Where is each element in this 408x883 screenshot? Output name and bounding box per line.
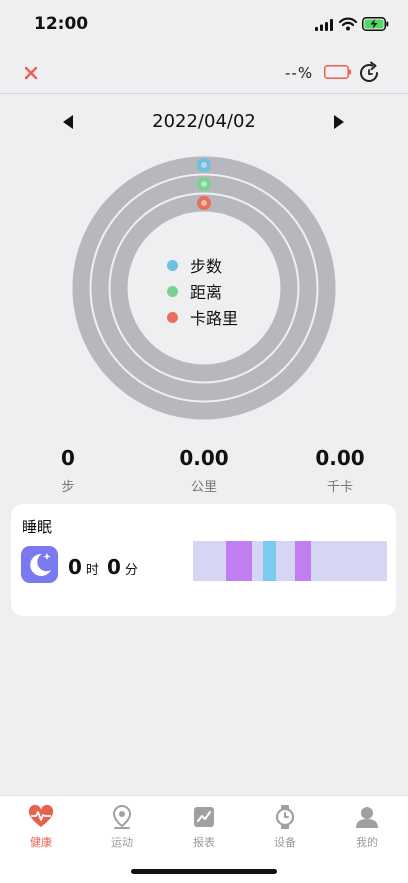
tab-report[interactable]: 报表: [174, 804, 234, 850]
bottom-tab-bar: 健康 运动 报表 设备 我的: [0, 795, 408, 883]
legend-dot-calories: [167, 311, 178, 323]
close-icon: [24, 66, 38, 80]
moon-icon: [21, 546, 58, 583]
status-bar: 12:00: [0, 0, 408, 50]
chart-report-icon: [194, 807, 214, 827]
legend-label: 卡路里: [190, 309, 239, 328]
battery-charging-icon: [362, 17, 389, 31]
legend-label: 距离: [190, 283, 223, 302]
stat-calories: 0.00 千卡: [280, 446, 400, 495]
tab-label: 设备: [274, 836, 296, 849]
date-label[interactable]: 2022/04/02: [104, 111, 304, 132]
steps-unit: 步: [61, 480, 75, 495]
sleep-deep-segment: [226, 541, 252, 581]
tab-device[interactable]: 设备: [255, 804, 315, 850]
stat-steps: 0 步: [8, 446, 128, 495]
calories-value: 0.00: [315, 446, 365, 470]
legend-item-calories: 卡路里: [167, 304, 238, 330]
sleep-hours-unit: 时: [85, 563, 99, 578]
sleep-awake-segment: [263, 541, 276, 581]
device-battery-percent: --%: [285, 64, 314, 82]
sleep-duration: 0 时 0 分: [68, 555, 146, 579]
wifi-icon: [339, 17, 357, 31]
home-indicator: [131, 869, 277, 874]
calories-unit: 千卡: [326, 480, 353, 495]
sleep-title: 睡眠: [22, 518, 53, 536]
status-time: 12:00: [34, 14, 89, 34]
steps-value: 0: [61, 446, 75, 470]
tab-health[interactable]: 健康: [11, 804, 71, 850]
watch-icon: [275, 805, 295, 829]
tab-label: 报表: [193, 836, 215, 849]
profile-icon: [356, 807, 378, 828]
distance-unit: 公里: [190, 480, 217, 495]
stat-distance: 0.00 公里: [144, 446, 264, 495]
triangle-right-icon: [334, 115, 344, 129]
rings-legend: 步数 距离 卡路里: [167, 252, 238, 330]
distance-value: 0.00: [179, 446, 229, 470]
location-pin-icon: [112, 804, 132, 829]
triangle-left-icon: [63, 115, 73, 129]
tab-label: 我的: [356, 836, 378, 849]
sleep-minutes: 0: [106, 555, 121, 579]
sleep-stage-chart: [193, 541, 387, 581]
refresh-icon: [360, 61, 378, 82]
sleep-deep-segment: [295, 541, 311, 581]
top-header: --%: [0, 52, 408, 94]
tab-profile[interactable]: 我的: [337, 804, 397, 850]
tab-sport[interactable]: 运动: [92, 804, 152, 850]
legend-dot-distance: [167, 285, 178, 297]
sleep-light-band: [193, 541, 387, 581]
tab-label: 健康: [30, 836, 52, 849]
legend-label: 步数: [190, 257, 223, 276]
heart-pulse-icon: [28, 804, 54, 827]
device-battery-icon: [324, 65, 351, 79]
disconnect-button[interactable]: [20, 62, 42, 84]
cellular-signal-icon: [315, 19, 333, 31]
sync-button[interactable]: [358, 61, 382, 85]
previous-day-button[interactable]: [60, 113, 76, 131]
sleep-hours: 0: [68, 555, 82, 579]
tab-label: 运动: [111, 836, 133, 849]
legend-dot-steps: [167, 259, 178, 271]
sleep-minutes-unit: 分: [124, 563, 138, 578]
sleep-card[interactable]: 睡眠 0 时 0 分: [11, 504, 396, 616]
legend-item-distance: 距离: [167, 278, 238, 304]
legend-item-steps: 步数: [167, 252, 238, 278]
next-day-button[interactable]: [331, 113, 347, 131]
